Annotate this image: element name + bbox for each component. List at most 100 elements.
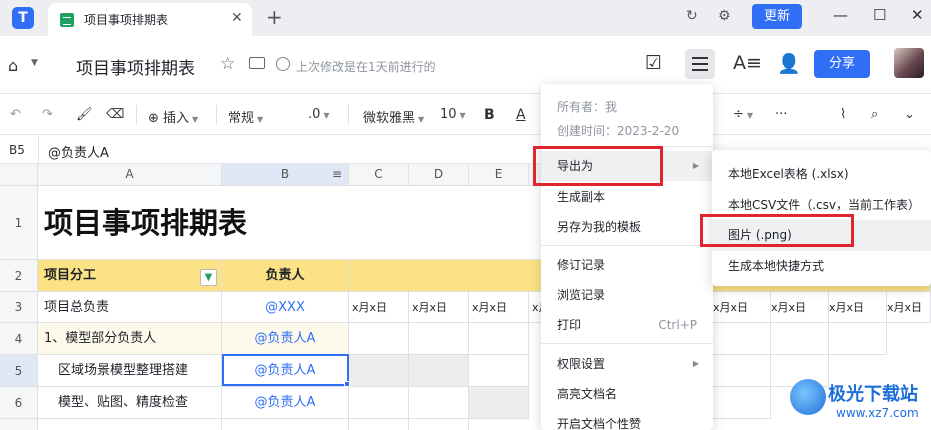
date-cell-i3[interactable]: x月x日 bbox=[713, 292, 771, 323]
menu-item-revisions[interactable]: 修订记录 bbox=[541, 250, 713, 280]
cell-b4[interactable]: @负责人A bbox=[222, 323, 349, 355]
menu-item-browse-history[interactable]: 浏览记录 bbox=[541, 280, 713, 310]
insert-button[interactable]: ⊕ 插入 ▼ bbox=[148, 107, 198, 126]
redo-icon[interactable]: ↷ bbox=[42, 107, 53, 122]
cell-a5[interactable]: 区域场景模型整理搭建 bbox=[38, 355, 222, 387]
cell-b6[interactable]: @负责人A bbox=[222, 387, 349, 419]
minimize-icon[interactable]: — bbox=[833, 6, 848, 24]
align-icon[interactable]: ÷ ▼ bbox=[733, 107, 753, 122]
cell-e6[interactable] bbox=[469, 387, 529, 419]
settings-icon[interactable]: ⚙ bbox=[718, 8, 731, 24]
cell-d6[interactable] bbox=[409, 387, 469, 419]
date-cell-l3[interactable]: x月x日 bbox=[887, 292, 931, 323]
cell-c6[interactable] bbox=[349, 387, 409, 419]
column-header-a[interactable]: A bbox=[38, 164, 222, 186]
cell-a6[interactable]: 模型、贴图、精度检查 bbox=[38, 387, 222, 419]
header-cell-b2[interactable]: 负责人 bbox=[222, 260, 349, 292]
column-header-b[interactable]: B ≡ bbox=[222, 164, 349, 186]
maximize-icon[interactable]: ☐ bbox=[873, 6, 886, 24]
task-check-icon[interactable]: ☑ bbox=[645, 52, 662, 74]
menu-item-highlight-name[interactable]: 高亮文档名 bbox=[541, 379, 713, 409]
export-shortcut[interactable]: 生成本地快捷方式 bbox=[712, 251, 931, 282]
row-header-1[interactable]: 1 bbox=[0, 186, 38, 260]
selected-cell-outline bbox=[222, 354, 349, 386]
date-cell-k3[interactable]: x月x日 bbox=[829, 292, 887, 323]
move-folder-icon[interactable] bbox=[249, 57, 265, 69]
home-icon[interactable]: ⌂ bbox=[8, 56, 18, 75]
fill-handle[interactable] bbox=[344, 381, 350, 387]
font-color-button[interactable]: A bbox=[516, 107, 526, 123]
share-button[interactable]: 分享 bbox=[814, 50, 870, 78]
cell-i5[interactable] bbox=[713, 355, 771, 387]
row-header-5[interactable]: 5 bbox=[0, 355, 38, 387]
header-cell-a2[interactable]: 项目分工 bbox=[38, 260, 222, 292]
avatar[interactable] bbox=[894, 48, 924, 78]
menu-item-permissions[interactable]: 权限设置 ▶ bbox=[541, 349, 713, 379]
highlight-box-image bbox=[700, 214, 854, 247]
menu-item-print[interactable]: 打印 Ctrl+P bbox=[541, 310, 713, 340]
row-header-3[interactable]: 3 bbox=[0, 292, 38, 323]
filter-icon[interactable]: ▼ bbox=[200, 269, 217, 286]
menu-item-save-template[interactable]: 另存为我的模板 bbox=[541, 212, 713, 242]
font-size-select[interactable]: 10 ▼ bbox=[440, 107, 466, 122]
date-cell-e3[interactable]: x月x日 bbox=[469, 292, 529, 323]
cell-a4[interactable]: 1、模型部分负责人 bbox=[38, 323, 222, 355]
tab-project-schedule[interactable]: 项目事项排期表 ✕ bbox=[48, 3, 252, 36]
cell-d7[interactable] bbox=[409, 419, 469, 430]
more-icon[interactable]: ··· bbox=[775, 107, 787, 122]
cell-c4[interactable] bbox=[349, 323, 409, 355]
refresh-icon[interactable]: ↻ bbox=[686, 8, 698, 24]
eraser-icon[interactable]: ⌫ bbox=[106, 107, 124, 122]
cell-i4[interactable] bbox=[713, 323, 771, 355]
add-tab-icon[interactable]: + bbox=[266, 5, 283, 29]
search-icon[interactable]: ⌕ bbox=[871, 107, 878, 122]
cell-c7[interactable] bbox=[349, 419, 409, 430]
star-icon[interactable]: ☆ bbox=[220, 54, 235, 74]
chevron-down-icon[interactable]: ▼ bbox=[31, 58, 38, 68]
close-tab-icon[interactable]: ✕ bbox=[231, 10, 243, 26]
cell-j4[interactable] bbox=[771, 323, 829, 355]
more-menu-button[interactable] bbox=[685, 49, 715, 79]
row-header-7[interactable] bbox=[0, 419, 38, 430]
format-painter-icon[interactable]: 🖌 bbox=[76, 107, 93, 122]
cell-reference[interactable]: B5 bbox=[9, 143, 25, 157]
cell-e5[interactable] bbox=[469, 355, 529, 387]
number-format-select[interactable]: 常规 ▼ bbox=[228, 107, 263, 126]
cell-d4[interactable] bbox=[409, 323, 469, 355]
cell-b3[interactable]: @XXX bbox=[222, 292, 349, 323]
font-family-select[interactable]: 微软雅黑 ▼ bbox=[363, 107, 424, 126]
close-window-icon[interactable]: ✕ bbox=[911, 6, 924, 24]
cell-a7[interactable] bbox=[38, 419, 222, 430]
text-format-icon[interactable]: A≡ bbox=[733, 52, 762, 74]
cell-d5[interactable] bbox=[409, 355, 469, 387]
menu-item-personalize[interactable]: 开启文档个性赞 bbox=[541, 409, 713, 430]
update-button[interactable]: 更新 bbox=[752, 4, 802, 29]
doc-title[interactable]: 项目事项排期表 bbox=[76, 54, 195, 79]
cell-k4[interactable] bbox=[829, 323, 887, 355]
add-collaborator-icon[interactable]: 👤 bbox=[777, 52, 801, 75]
date-cell-d3[interactable]: x月x日 bbox=[409, 292, 469, 323]
collapse-toolbar-icon[interactable]: ⌄ bbox=[904, 107, 915, 122]
date-cell-c3[interactable]: x月x日 bbox=[349, 292, 409, 323]
row-header-4[interactable]: 4 bbox=[0, 323, 38, 355]
export-excel[interactable]: 本地Excel表格 (.xlsx) bbox=[712, 159, 931, 190]
clear-format-icon[interactable]: ⌇ bbox=[840, 107, 846, 122]
column-menu-icon[interactable]: ≡ bbox=[332, 164, 342, 184]
cell-a3[interactable]: 项目总负责 bbox=[38, 292, 222, 323]
menu-item-copy[interactable]: 生成副本 bbox=[541, 182, 713, 212]
undo-icon[interactable]: ↶ bbox=[10, 107, 21, 122]
column-header-e[interactable]: E bbox=[469, 164, 529, 186]
formula-input[interactable]: @负责人A bbox=[48, 142, 109, 161]
column-header-c[interactable]: C bbox=[349, 164, 409, 186]
cell-e4[interactable] bbox=[469, 323, 529, 355]
column-header-d[interactable]: D bbox=[409, 164, 469, 186]
cell-c5[interactable] bbox=[349, 355, 409, 387]
select-all-corner[interactable] bbox=[0, 164, 38, 186]
bold-button[interactable]: B bbox=[484, 107, 495, 123]
row-header-2[interactable]: 2 bbox=[0, 260, 38, 292]
row-header-6[interactable]: 6 bbox=[0, 387, 38, 419]
cell-b7[interactable] bbox=[222, 419, 349, 430]
date-cell-j3[interactable]: x月x日 bbox=[771, 292, 829, 323]
decimal-select[interactable]: .0 ▼ bbox=[308, 107, 330, 122]
cell-i6[interactable] bbox=[713, 387, 771, 419]
